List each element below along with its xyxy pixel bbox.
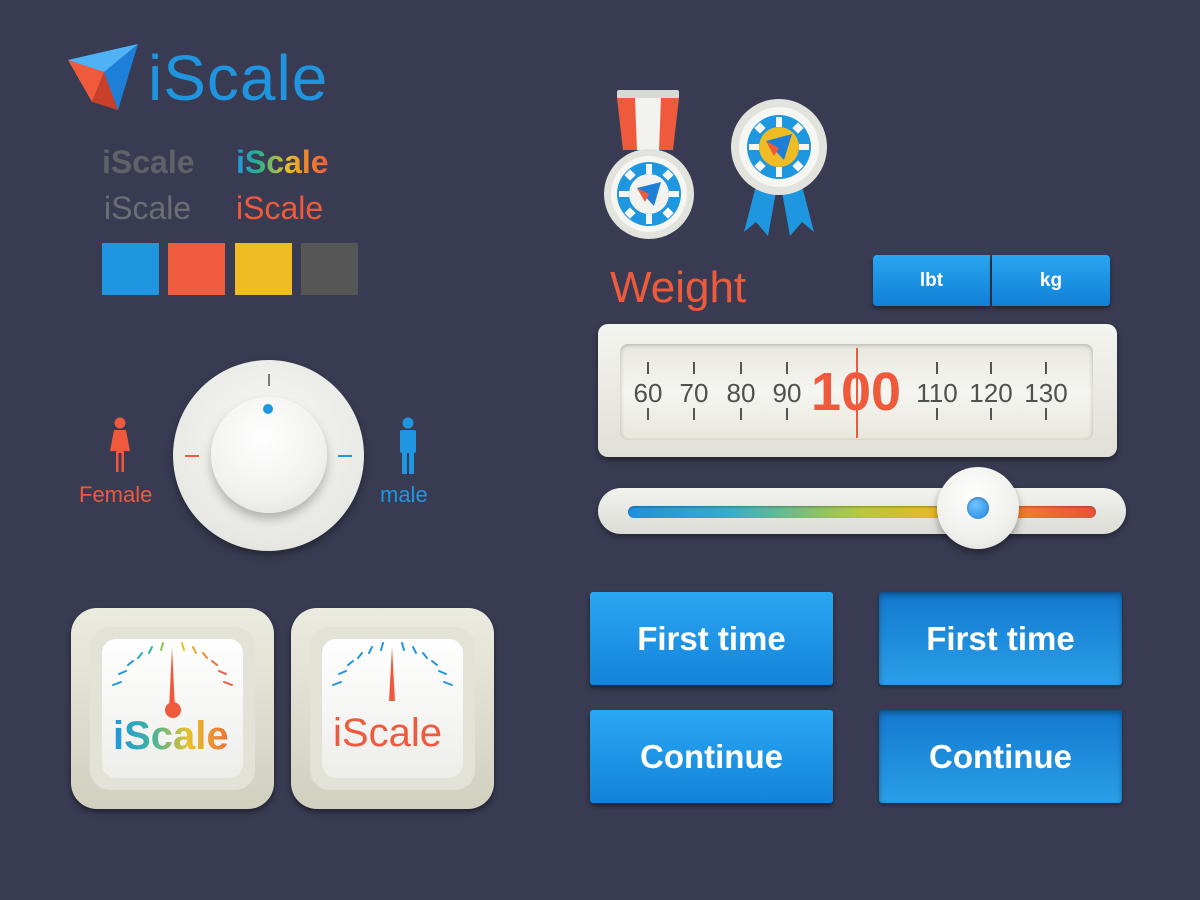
ruler-tick [1045, 408, 1047, 420]
ruler-tick [936, 362, 938, 374]
dial-tick-female [185, 455, 199, 457]
swatch-red [168, 243, 225, 295]
ruler-tick [740, 408, 742, 420]
swatch-gray [301, 243, 358, 295]
ruler-tick [786, 362, 788, 374]
gauge-tile-color-word: iScale [113, 716, 239, 756]
gauge-tile-red-word: iScale [333, 711, 442, 755]
wordmark-bold-gray: iScale [102, 144, 195, 180]
award-ribbon-icon [731, 99, 827, 236]
female-icon [110, 417, 130, 472]
female-label: Female [79, 482, 153, 507]
ruler-tick [1045, 362, 1047, 374]
ruler-label: 120 [969, 378, 1013, 408]
ruler-tick [693, 362, 695, 374]
ruler-tick [990, 408, 992, 420]
first-time-button[interactable]: First time [590, 592, 833, 685]
ruler-tick [647, 408, 649, 420]
medal-icon [604, 90, 694, 239]
ruler-tick [693, 408, 695, 420]
wordmark-bold-gradient: iScale [236, 144, 329, 180]
ruler-tick [786, 408, 788, 420]
iscale-logo-icon [68, 44, 138, 110]
weight-title: Weight [610, 263, 747, 312]
swatch-blue [102, 243, 159, 295]
weight-current-value: 100 [808, 365, 904, 419]
swatch-yellow [235, 243, 292, 295]
ruler-tick [740, 362, 742, 374]
wordmark-thin-gray: iScale [104, 190, 192, 226]
continue-button-pressed[interactable]: Continue [879, 710, 1122, 803]
male-label: male [380, 482, 428, 507]
ruler-tick [990, 362, 992, 374]
logo-wordmark: iScale [148, 42, 329, 114]
wordmark-thin-red: iScale [236, 190, 324, 226]
ruler-tick [936, 408, 938, 420]
gauge-red-dial-icon [332, 642, 453, 701]
ruler-label: 90 [772, 378, 802, 408]
unit-button-lbt[interactable]: lbt [873, 255, 990, 306]
dial-tick-top [268, 374, 270, 386]
gender-dial-knob[interactable] [211, 397, 327, 513]
male-icon [400, 417, 416, 474]
dial-indicator-dot [263, 404, 273, 414]
dial-tick-male [338, 455, 352, 457]
ruler-label: 110 [916, 378, 958, 408]
weight-slider-fill [628, 506, 1096, 518]
ruler-label: 130 [1024, 378, 1068, 408]
first-time-button-pressed[interactable]: First time [879, 592, 1122, 685]
ruler-tick [647, 362, 649, 374]
gauge-color-dial-icon [112, 642, 233, 718]
continue-button[interactable]: Continue [590, 710, 833, 803]
slider-handle-dot [967, 497, 989, 519]
unit-button-kg[interactable]: kg [992, 255, 1110, 306]
